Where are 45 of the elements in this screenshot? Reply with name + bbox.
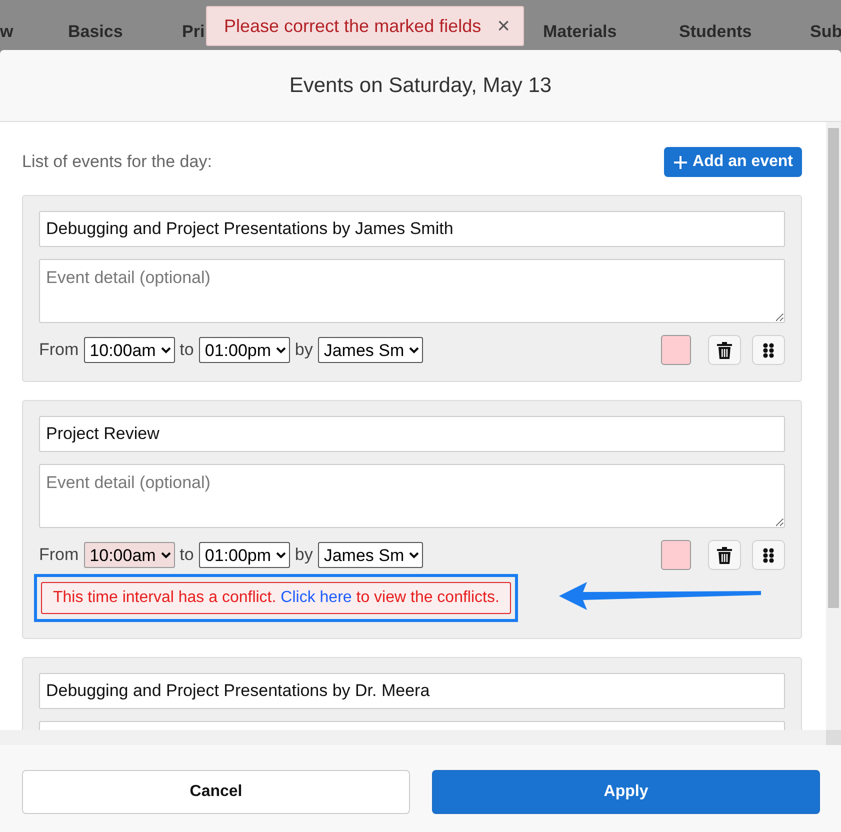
- title-input[interactable]: Debugging and Project Presentations by James Smith: [39, 211, 785, 247]
- vertical-scrollbar[interactable]: [826, 122, 841, 730]
- grip-icon: [763, 342, 774, 358]
- detail-field[interactable]: Event detail (optional): [39, 259, 785, 323]
- horizontal-scrollbar[interactable]: [0, 730, 826, 745]
- to-select[interactable]: 01:00pm: [198, 542, 290, 568]
- trash-icon: [717, 342, 732, 358]
- drag-handle[interactable]: [752, 335, 785, 365]
- drag-handle[interactable]: [752, 540, 785, 570]
- add-event-button[interactable]: Add an event: [664, 147, 802, 177]
- by-label: by: [294, 545, 313, 565]
- title-input[interactable]: Debugging and Project Presentations by Dr. Meera: [39, 673, 785, 709]
- dialog-title: Events on Saturday, May 13: [289, 74, 552, 98]
- cancel-button[interactable]: Cancel: [22, 770, 410, 814]
- nav-tab[interactable]: Materials: [543, 22, 617, 42]
- from-select[interactable]: 10:00am: [84, 337, 175, 363]
- from-select[interactable]: 10:00am: [84, 542, 175, 568]
- to-select[interactable]: 01:00pm: [198, 337, 290, 363]
- delete-button[interactable]: [708, 335, 741, 365]
- color-swatch[interactable]: [661, 335, 691, 365]
- color-swatch[interactable]: [661, 540, 691, 570]
- trash-icon: [717, 546, 732, 564]
- detail-field[interactable]: Event detail (optional): [39, 464, 785, 528]
- conflicts-link[interactable]: Click here: [280, 589, 352, 606]
- title-input[interactable]: Project Review: [39, 416, 785, 452]
- from-label: From: [39, 545, 79, 565]
- to-label: to: [180, 545, 194, 565]
- grip-icon: [763, 548, 774, 562]
- nav-tab[interactable]: Students: [679, 22, 752, 42]
- to-label: to: [180, 340, 194, 360]
- nav-tab[interactable]: Pri: [182, 22, 205, 42]
- delete-button[interactable]: [708, 540, 741, 570]
- nav-tab[interactable]: Basics: [68, 22, 123, 42]
- close-button[interactable]: ×: [497, 15, 510, 37]
- nav-tab[interactable]: Sub: [810, 22, 841, 42]
- owner-select[interactable]: James Sm: [318, 542, 423, 568]
- owner-select[interactable]: James Sm: [318, 337, 423, 363]
- from-label: From: [39, 340, 79, 360]
- conflict-message: This time interval has a conflict. Click here to view the conflicts.: [41, 582, 512, 614]
- by-label: by: [294, 340, 313, 360]
- toast-message: Please correct the marked fields: [224, 16, 482, 36]
- apply-button[interactable]: Apply: [432, 770, 820, 814]
- nav-tab[interactable]: w: [0, 22, 14, 42]
- intro-text: List of events for the day:: [22, 152, 212, 172]
- plus-icon: [674, 156, 687, 168]
